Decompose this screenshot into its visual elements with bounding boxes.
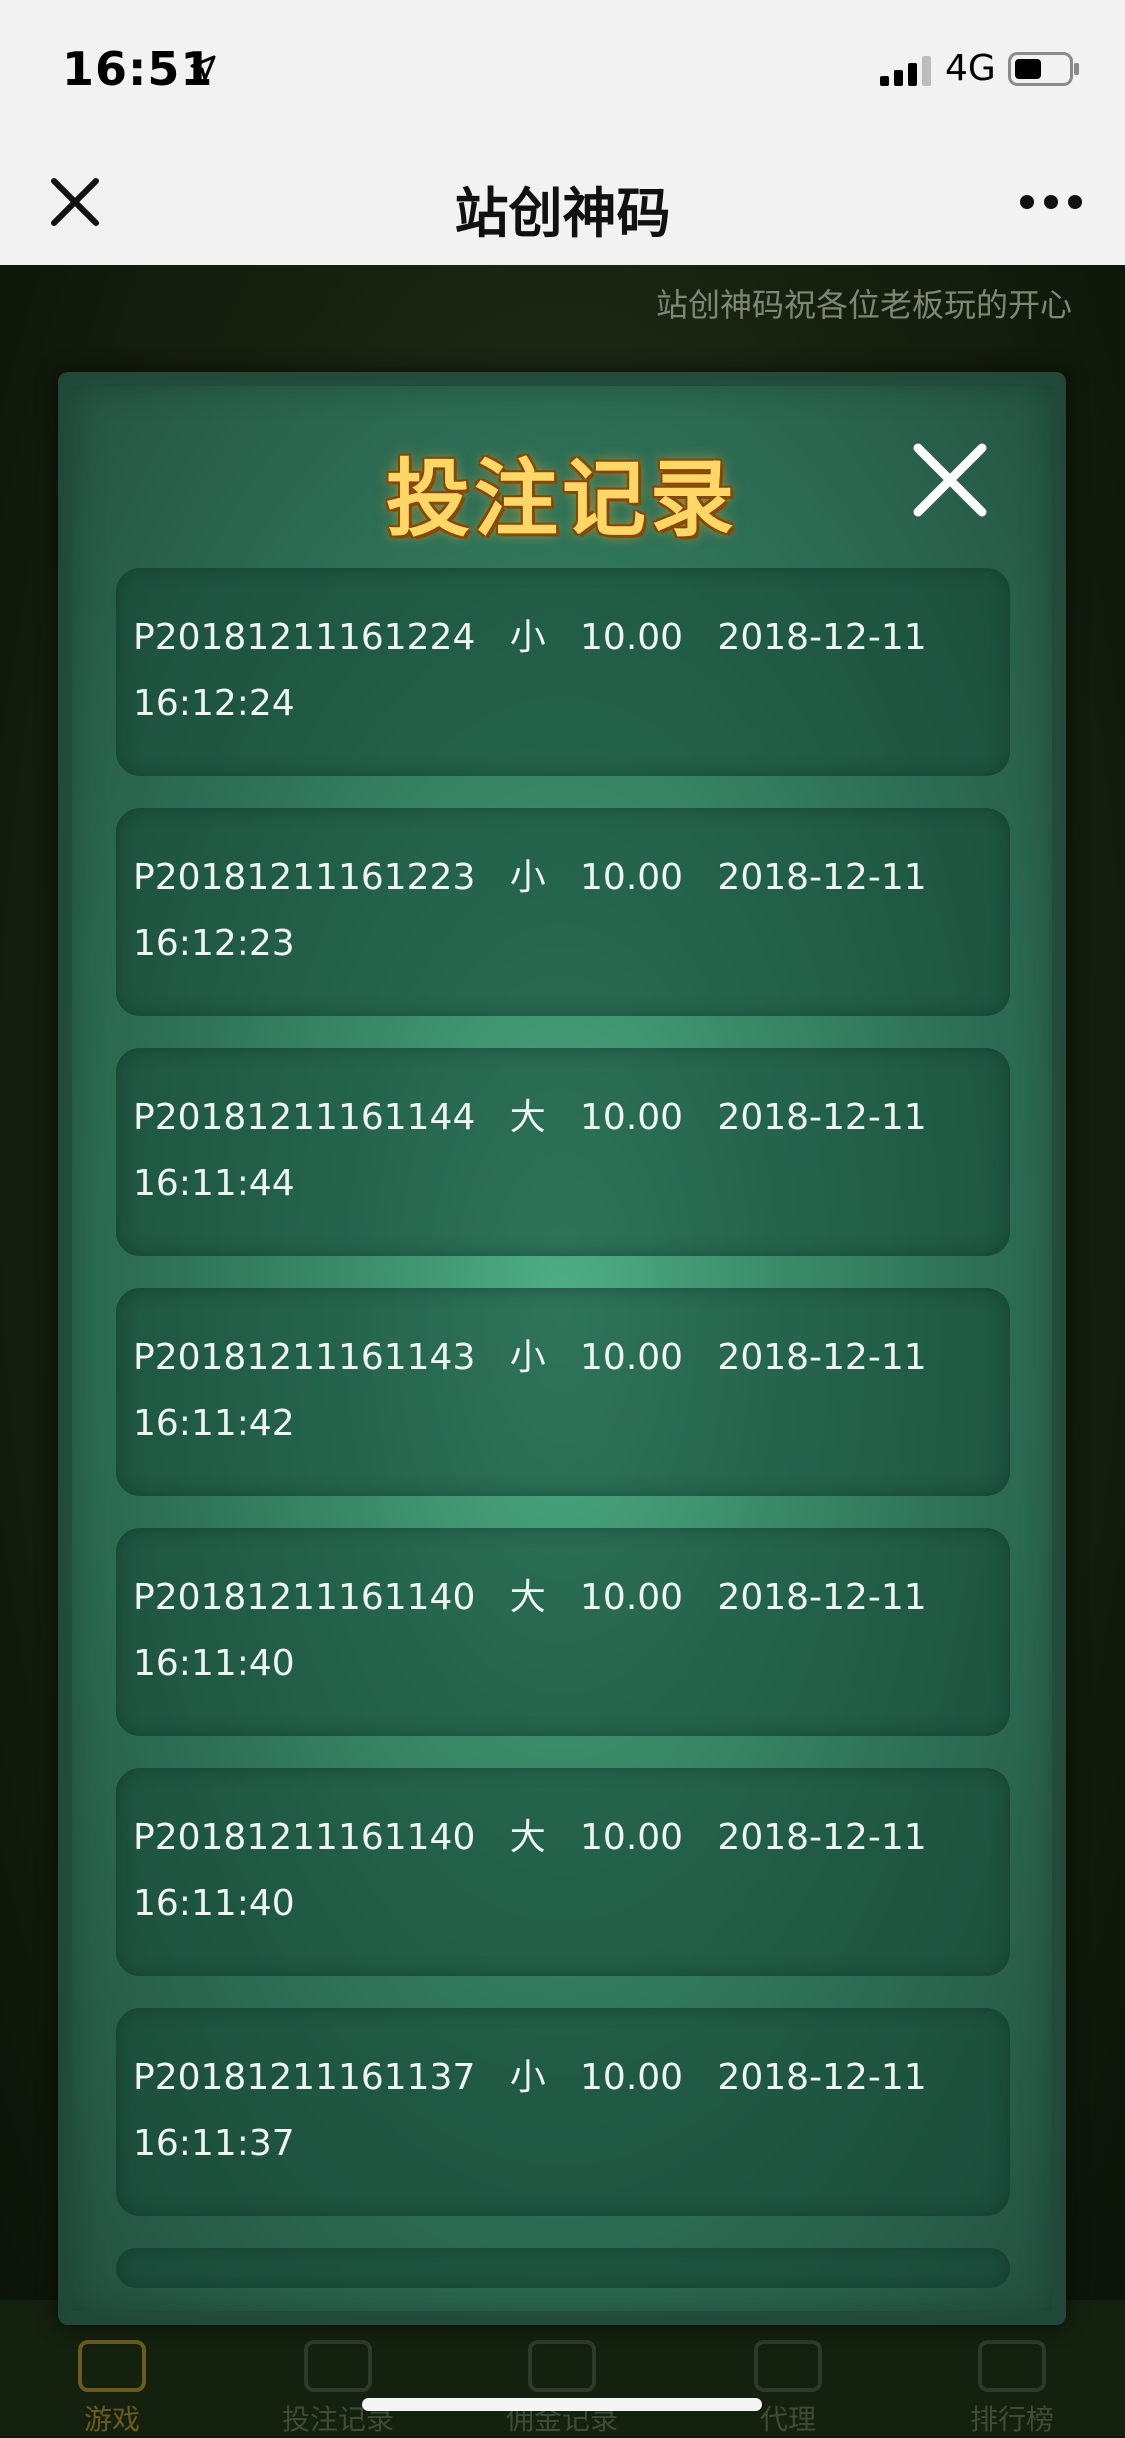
coin-icon <box>528 2340 596 2392</box>
record-time: 16:11:44 <box>133 1163 295 1204</box>
status-bar: 16:51 4G <box>0 0 1125 135</box>
nav-bar: 站创神码 <box>0 135 1125 266</box>
record-item-partial <box>116 2248 1010 2288</box>
tab-agent[interactable]: 代理 <box>708 2340 868 2438</box>
record-item: P20181211161140 大 10.00 2018-12-11 16:11… <box>116 1768 1010 1976</box>
record-time: 16:11:40 <box>133 1643 295 1684</box>
record-item: P20181211161223 小 10.00 2018-12-11 16:12… <box>116 808 1010 1016</box>
trophy-icon <box>978 2340 1046 2392</box>
close-icon[interactable] <box>910 440 990 520</box>
record-summary: P20181211161143 小 10.00 2018-12-11 <box>133 1337 927 1378</box>
gamepad-icon <box>78 2340 146 2392</box>
tab-bet-records[interactable]: 投注记录 <box>258 2340 418 2438</box>
record-summary: P20181211161224 小 10.00 2018-12-11 <box>133 617 927 658</box>
document-icon <box>304 2340 372 2392</box>
record-time: 16:12:23 <box>133 923 295 964</box>
location-arrow-icon <box>190 55 216 81</box>
record-item: P20181211161137 小 10.00 2018-12-11 16:11… <box>116 2008 1010 2216</box>
records-list[interactable]: P20181211161224 小 10.00 2018-12-11 16:12… <box>116 568 1010 2292</box>
battery-icon <box>1008 52 1079 86</box>
more-options-icon[interactable] <box>1018 193 1084 211</box>
tab-label: 代理 <box>759 2403 816 2436</box>
record-item: P20181211161140 大 10.00 2018-12-11 16:11… <box>116 1528 1010 1736</box>
tab-label: 游戏 <box>83 2403 140 2436</box>
signal-icon <box>880 56 931 86</box>
record-item: P20181211161144 大 10.00 2018-12-11 16:11… <box>116 1048 1010 1256</box>
network-type: 4G <box>945 48 996 89</box>
tab-leaderboard[interactable]: 排行榜 <box>932 2340 1092 2438</box>
bet-records-modal: 投注记录 P20181211161224 小 10.00 2018-12-11 … <box>58 372 1066 2325</box>
record-time: 16:11:42 <box>133 1403 295 1444</box>
record-time: 16:11:37 <box>133 2123 295 2164</box>
record-summary: P20181211161223 小 10.00 2018-12-11 <box>133 857 927 898</box>
record-item: P20181211161224 小 10.00 2018-12-11 16:12… <box>116 568 1010 776</box>
announcement-marquee: 站创神码祝各位老板玩的开心 <box>656 286 1073 324</box>
record-summary: P20181211161140 大 10.00 2018-12-11 <box>133 1577 927 1618</box>
tab-commission-records[interactable]: 佣金记录 <box>482 2340 642 2438</box>
record-time: 16:11:40 <box>133 1883 295 1924</box>
tab-game[interactable]: 游戏 <box>32 2340 192 2438</box>
page-title: 站创神码 <box>454 182 671 245</box>
piggy-bank-icon <box>754 2340 822 2392</box>
tab-label: 排行榜 <box>969 2403 1054 2436</box>
record-summary: P20181211161144 大 10.00 2018-12-11 <box>133 1097 927 1138</box>
record-summary: P20181211161137 小 10.00 2018-12-11 <box>133 2057 927 2098</box>
record-item: P20181211161143 小 10.00 2018-12-11 16:11… <box>116 1288 1010 1496</box>
home-indicator[interactable] <box>362 2398 762 2411</box>
record-summary: P20181211161140 大 10.00 2018-12-11 <box>133 1817 927 1858</box>
record-time: 16:12:24 <box>133 683 295 724</box>
